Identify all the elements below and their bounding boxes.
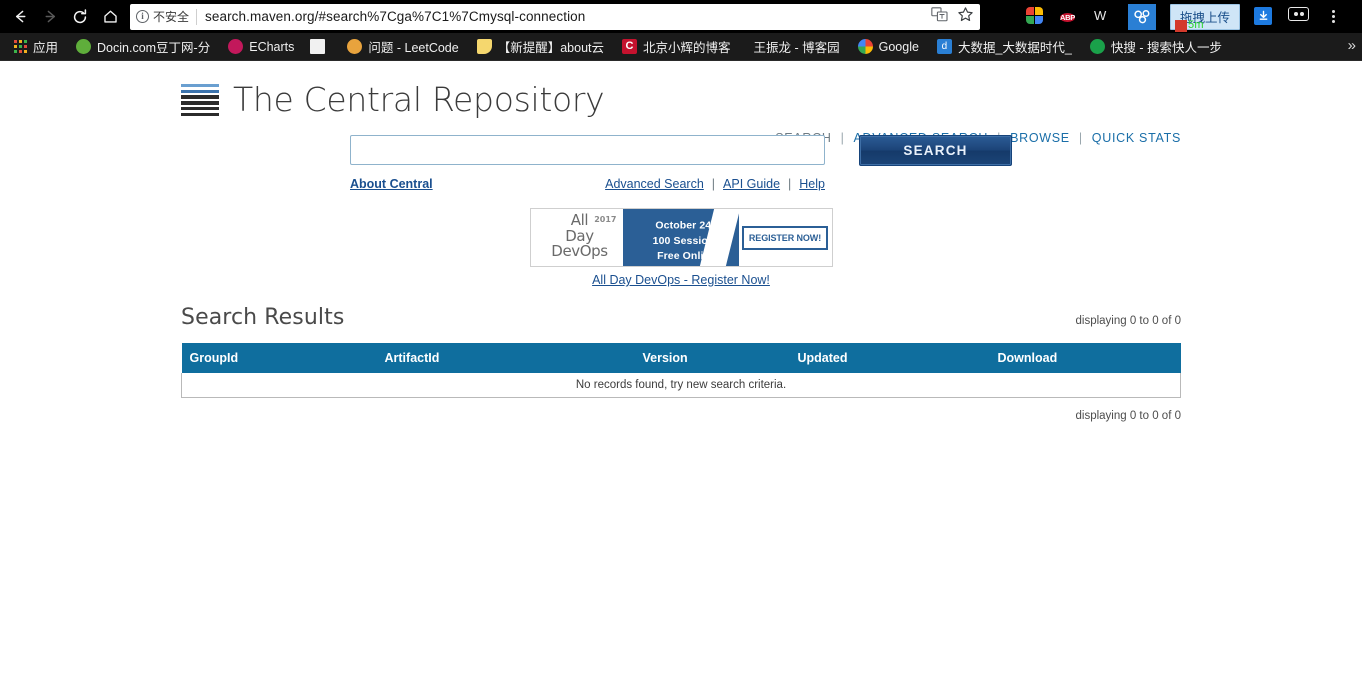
- bookmark-item-google[interactable]: Google: [849, 35, 928, 59]
- displaying-count-bottom: displaying 0 to 0 of 0: [181, 410, 1181, 422]
- bookmark-item-kuaisou[interactable]: 快搜 - 搜索快人一步: [1081, 35, 1231, 59]
- results-table: GroupId ArtifactId Version Updated Downl…: [181, 343, 1181, 398]
- bigdata-icon: d: [937, 39, 952, 54]
- extension-icons: ABP W 拖拽上传: [992, 4, 1341, 30]
- security-status[interactable]: i 不安全: [136, 8, 196, 25]
- site-header: The Central Repository SEARCH | ADVANCED…: [181, 61, 1181, 119]
- results-table-body: No records found, try new search criteri…: [182, 373, 1181, 398]
- translate-icon[interactable]: [931, 7, 948, 27]
- leetcode-icon: [347, 39, 362, 54]
- results-title: Search Results: [181, 305, 344, 330]
- blue-download-extension-icon[interactable]: [1254, 7, 1274, 27]
- echarts-icon: [228, 39, 243, 54]
- bookmark-apps-label: 应用: [33, 37, 58, 56]
- ad-year: 2017: [594, 215, 616, 224]
- table-header-row: GroupId ArtifactId Version Updated Downl…: [182, 343, 1181, 373]
- bookmark-item-csdn[interactable]: C 北京小辉的博客: [613, 35, 740, 59]
- search-sublinks: About Central Advanced Search | API Guid…: [350, 177, 825, 191]
- timer-badge: 5m: [1188, 19, 1204, 31]
- column-header-version[interactable]: Version: [635, 343, 790, 373]
- csdn-icon: C: [622, 39, 637, 54]
- table-row: No records found, try new search criteri…: [182, 373, 1181, 398]
- w-extension-icon[interactable]: W: [1094, 7, 1114, 27]
- bookmark-item-cnblogs[interactable]: 王振龙 - 博客园: [740, 35, 849, 59]
- results-table-head: GroupId ArtifactId Version Updated Downl…: [182, 343, 1181, 373]
- home-button[interactable]: [96, 3, 124, 31]
- bookmark-item-echarts[interactable]: ECharts: [219, 35, 303, 59]
- advertisement: All Day DevOps 2017 October 24th 100 Ses…: [181, 208, 1181, 287]
- column-header-updated[interactable]: Updated: [790, 343, 990, 373]
- star-icon[interactable]: [957, 6, 974, 28]
- about-central-link[interactable]: About Central: [350, 177, 433, 191]
- bookmark-label: ECharts: [249, 40, 294, 54]
- column-header-artifactid[interactable]: ArtifactId: [377, 343, 635, 373]
- api-guide-link[interactable]: API Guide: [723, 177, 780, 191]
- baidu-cloud-icon[interactable]: [1128, 4, 1156, 30]
- photos-extension-icon[interactable]: [1026, 7, 1046, 27]
- bookmark-label: 北京小辉的博客: [643, 37, 731, 56]
- address-bar[interactable]: i 不安全 search.maven.org/#search%7Cga%7C1%…: [130, 4, 980, 30]
- ad-caption: All Day DevOps - Register Now!: [181, 273, 1181, 287]
- bookmark-label: 大数据_大数据时代_: [958, 37, 1072, 56]
- sublink-separator: |: [712, 177, 715, 191]
- search-button[interactable]: SEARCH: [859, 135, 1012, 166]
- notification-badge: [1175, 20, 1187, 32]
- gray-circle-extension-icon[interactable]: [992, 7, 1012, 27]
- browser-toolbar: i 不安全 search.maven.org/#search%7Cga%7C1%…: [0, 0, 1362, 33]
- omnibox-actions: [925, 6, 974, 28]
- central-repository-bars-logo: [181, 84, 219, 116]
- navigation-buttons: [0, 3, 124, 31]
- bookmark-item-bigdata[interactable]: d 大数据_大数据时代_: [928, 35, 1081, 59]
- back-button[interactable]: [6, 3, 34, 31]
- apps-grid-icon: [14, 40, 27, 53]
- bookmark-label: 快搜 - 搜索快人一步: [1111, 37, 1222, 56]
- brand[interactable]: The Central Repository: [181, 81, 1181, 119]
- column-header-download[interactable]: Download: [990, 343, 1181, 373]
- ad-caption-link[interactable]: All Day DevOps - Register Now!: [592, 273, 770, 287]
- page-content: The Central Repository SEARCH | ADVANCED…: [0, 61, 1362, 676]
- bookmark-item-docin[interactable]: Docin.com豆丁网-分: [67, 35, 219, 59]
- bookmark-label: Google: [879, 40, 919, 54]
- ad-banner[interactable]: All Day DevOps 2017 October 24th 100 Ses…: [530, 208, 833, 267]
- empty-results-message: No records found, try new search criteri…: [182, 373, 1181, 398]
- bookmarks-bar: 应用 Docin.com豆丁网-分 ECharts 问题 - LeetCode …: [0, 33, 1362, 61]
- reload-button[interactable]: [66, 3, 94, 31]
- docin-icon: [76, 39, 91, 54]
- bookmark-label: 【新提醒】about云: [498, 37, 604, 56]
- url-text[interactable]: search.maven.org/#search%7Cga%7C1%7Cmysq…: [205, 9, 925, 24]
- adblock-plus-icon[interactable]: ABP: [1060, 7, 1080, 27]
- omnibox-divider: [196, 9, 197, 25]
- info-circle-icon: i: [136, 10, 149, 23]
- browser-chrome: i 不安全 search.maven.org/#search%7Cga%7C1%…: [0, 0, 1362, 61]
- goggles-extension-icon[interactable]: [1288, 7, 1311, 27]
- security-label: 不安全: [153, 8, 189, 25]
- aboutyun-icon: [477, 39, 492, 54]
- ad-logo: All Day DevOps 2017: [531, 209, 623, 266]
- forward-button[interactable]: [36, 3, 64, 31]
- column-header-groupid[interactable]: GroupId: [182, 343, 377, 373]
- bookmark-label: 王振龙 - 博客园: [754, 37, 840, 56]
- bookmark-item-aboutyun[interactable]: 【新提醒】about云: [468, 35, 613, 59]
- kebab-menu-icon[interactable]: [1325, 10, 1341, 23]
- register-now-button[interactable]: REGISTER NOW!: [742, 226, 828, 250]
- bookmark-item-leetcode[interactable]: 问题 - LeetCode: [338, 35, 467, 59]
- kuaisou-icon: [1090, 39, 1105, 54]
- chevron-double-right-icon[interactable]: »: [1348, 36, 1356, 56]
- advanced-search-link[interactable]: Advanced Search: [605, 177, 704, 191]
- search-area: SEARCH About Central Advanced Search | A…: [181, 135, 1181, 191]
- displaying-count-top: displaying 0 to 0 of 0: [1076, 315, 1182, 330]
- ad-logo-line3: DevOps: [537, 244, 623, 260]
- sublink-separator: |: [788, 177, 791, 191]
- ad-cta-area: REGISTER NOW!: [739, 209, 832, 266]
- bookmark-apps[interactable]: 应用: [5, 35, 67, 59]
- search-input[interactable]: [350, 135, 825, 165]
- help-link[interactable]: Help: [799, 177, 825, 191]
- bookmark-item-blank[interactable]: [303, 35, 338, 59]
- bookmark-label: 问题 - LeetCode: [368, 37, 458, 56]
- bookmark-label: Docin.com豆丁网-分: [97, 37, 210, 56]
- page-title: The Central Repository: [233, 81, 604, 119]
- page-icon: [310, 39, 325, 54]
- search-results-section: Search Results displaying 0 to 0 of 0 Gr…: [181, 305, 1181, 422]
- google-icon: [858, 39, 873, 54]
